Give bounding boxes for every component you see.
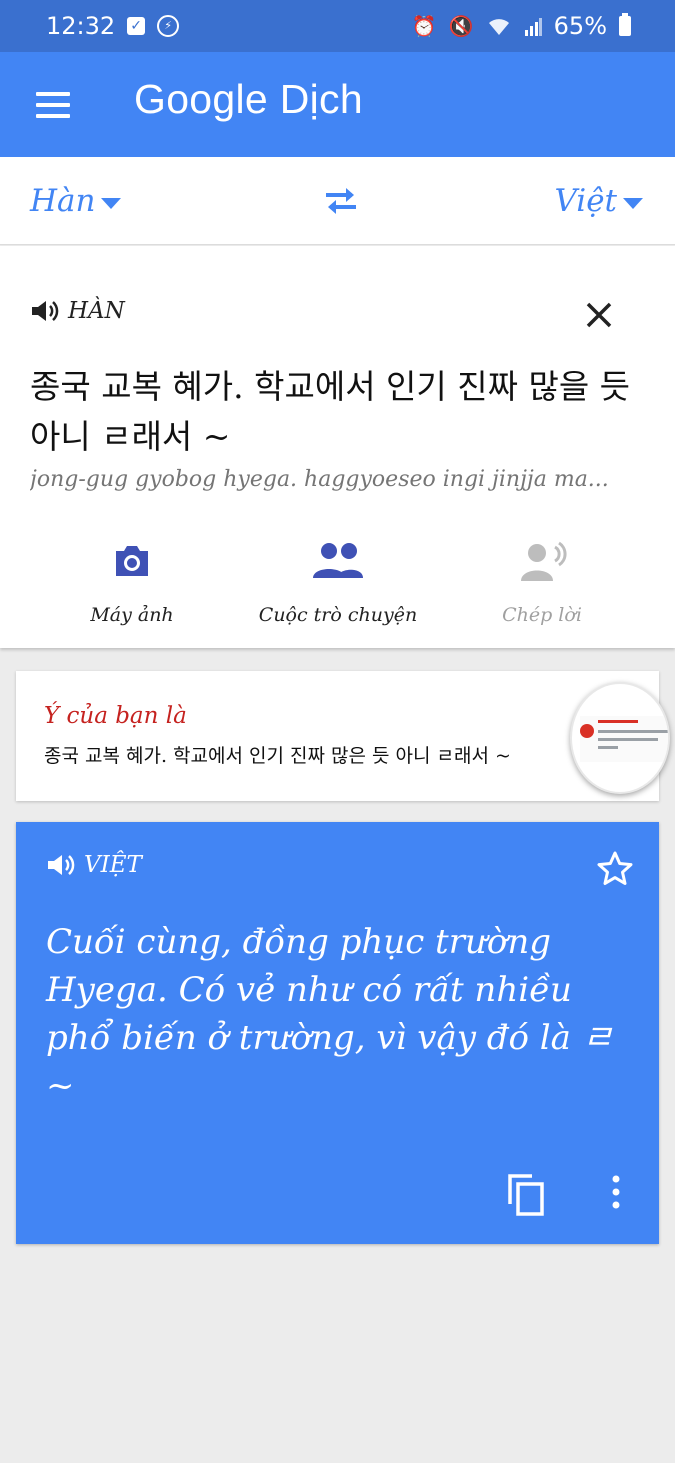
did-you-mean-card[interactable]: Ý của bạn là 종국 교복 혜가. 학교에서 인기 진짜 많은 듯 아…	[16, 671, 659, 801]
star-icon[interactable]	[596, 850, 634, 888]
chat-dot-icon	[580, 724, 594, 738]
source-text[interactable]: 종국 교복 혜가. 학교에서 인기 진짜 많을 듯 아니 ㄹ래서 ~	[30, 362, 645, 462]
wifi-icon	[488, 19, 509, 35]
speaker-icon	[32, 301, 59, 321]
app-bar: Google Dịch	[0, 52, 675, 157]
swap-languages-icon[interactable]	[322, 185, 360, 217]
input-card: HÀN 종국 교복 혜가. 학교에서 인기 진짜 많을 듯 아니 ㄹ래서 ~ j…	[0, 246, 675, 648]
checkbox-icon: ✓	[127, 17, 146, 35]
signal-icon	[524, 18, 542, 36]
source-language-heading: HÀN	[68, 298, 125, 324]
chevron-down-icon	[101, 197, 122, 209]
source-language-label: Hàn	[30, 183, 96, 219]
translation-card: VIỆT Cuối cùng, đồng phục trường Hyega. …	[16, 822, 659, 1244]
status-bar: 12:32 ✓ ⚡ ⏰ 🔇 65%	[0, 0, 675, 52]
source-language-button[interactable]: Hàn	[30, 183, 122, 219]
conversation-label: Cuộc trò chuyện	[258, 604, 418, 626]
battery-icon	[619, 13, 631, 36]
status-time: 12:32	[46, 12, 116, 40]
target-speaker-button[interactable]: VIỆT	[46, 852, 142, 878]
source-speaker-button[interactable]: HÀN	[30, 298, 125, 324]
target-language-button[interactable]: Việt	[554, 183, 643, 219]
target-language-label: Việt	[554, 183, 617, 219]
conversation-button[interactable]: Cuộc trò chuyện	[258, 536, 418, 626]
speaker-icon	[48, 855, 75, 875]
transcribe-label: Chép lời	[502, 604, 582, 626]
app-title: Google Dịch	[134, 76, 363, 122]
language-bar: Hàn Việt	[0, 157, 675, 245]
menu-icon[interactable]	[36, 92, 70, 118]
chat-bubble-preview	[580, 716, 668, 762]
camera-label: Máy ảnh	[90, 604, 174, 626]
transcribe-button[interactable]: Chép lời	[494, 536, 590, 626]
transcribe-icon	[521, 541, 567, 581]
chevron-down-icon	[623, 197, 643, 209]
floating-chat-bubble[interactable]	[570, 682, 670, 794]
target-language-heading: VIỆT	[84, 852, 142, 878]
camera-button[interactable]: Máy ảnh	[80, 536, 184, 626]
suggested-text[interactable]: 종국 교복 혜가. 학교에서 인기 진짜 많은 듯 아니 ㄹ래서 ~	[44, 741, 574, 768]
alarm-icon: ⏰	[411, 14, 437, 38]
mute-icon: 🔇	[448, 14, 474, 38]
camera-icon	[116, 546, 148, 576]
messenger-icon: ⚡	[157, 15, 180, 37]
translated-text[interactable]: Cuối cùng, đồng phục trường Hyega. Có vẻ…	[46, 918, 636, 1110]
battery-percentage: 65%	[553, 12, 607, 40]
input-tools: Máy ảnh Cuộc trò chuyện Chép lời	[0, 536, 675, 636]
copy-icon[interactable]	[506, 1172, 546, 1216]
close-icon[interactable]	[584, 300, 614, 330]
people-icon	[313, 543, 363, 578]
more-vert-icon[interactable]	[604, 1174, 628, 1210]
romanization-text: jong-gug gyobog hyega. haggyoeseo ingi j…	[30, 467, 609, 492]
did-you-mean-label: Ý của bạn là	[44, 703, 187, 729]
